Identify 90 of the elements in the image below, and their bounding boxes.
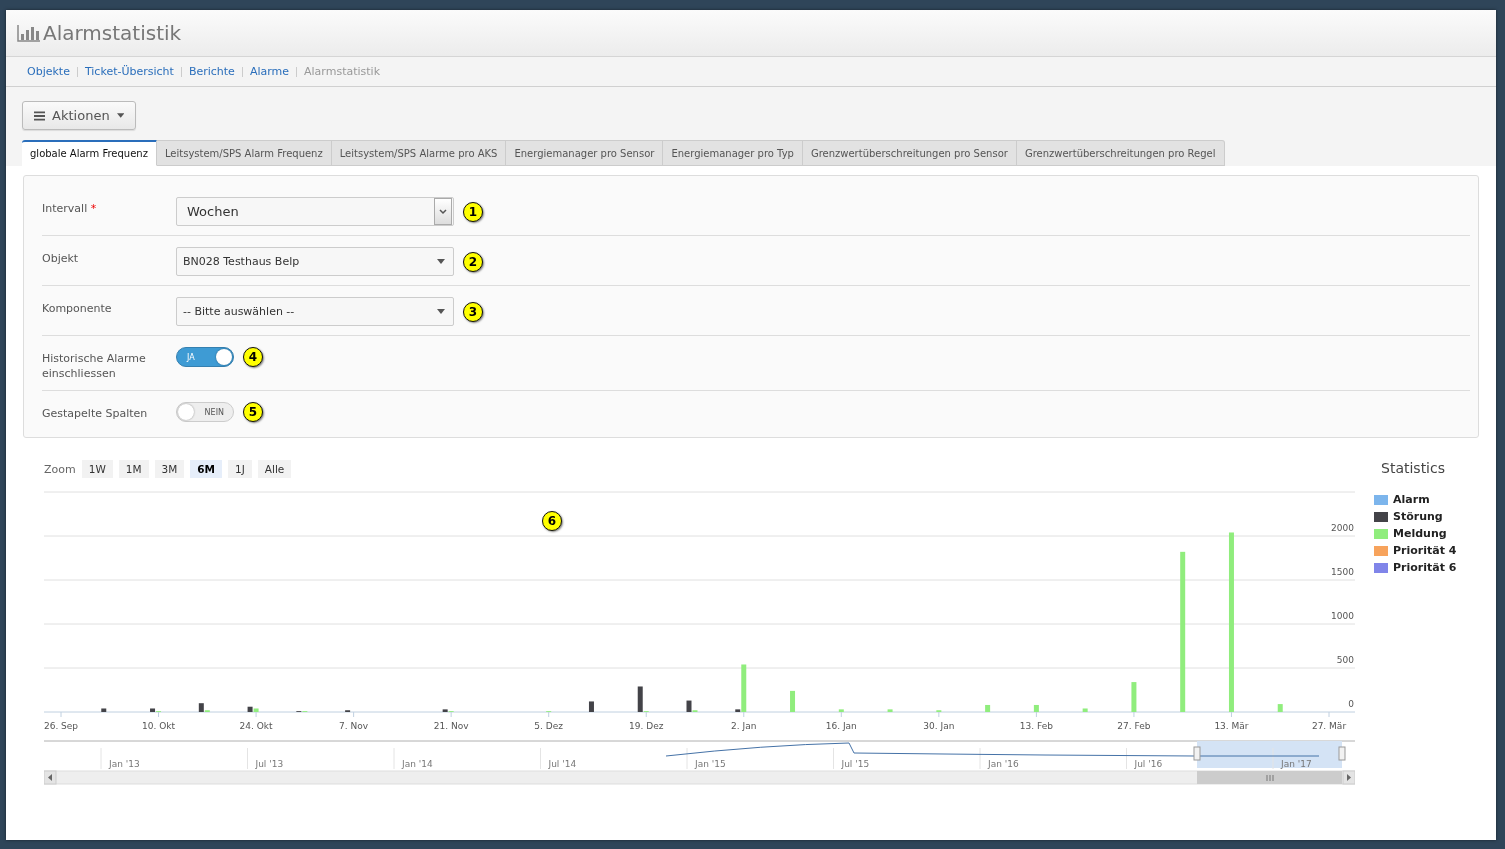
bar <box>588 701 594 712</box>
bar <box>887 709 893 712</box>
navigator-axis-label: Jul '15 <box>841 759 870 769</box>
tab[interactable]: Grenzwertüberschreitungen pro Sensor <box>802 140 1017 166</box>
tab[interactable]: Energiemanager pro Typ <box>663 140 803 166</box>
bar <box>1131 682 1137 712</box>
field-label: Komponente <box>42 301 113 316</box>
y-axis-label: 500 <box>1336 655 1354 665</box>
x-axis-label: 21. Nov <box>433 721 469 731</box>
field-label: Objekt <box>42 251 80 266</box>
x-axis-label: 2. Jan <box>731 721 757 731</box>
x-axis-label: 13. Feb <box>1019 721 1053 731</box>
menu-icon <box>34 110 46 121</box>
scrollbar[interactable] <box>44 770 1355 785</box>
x-axis-label: 27. Mär <box>1311 721 1347 731</box>
x-axis-label: 10. Okt <box>142 721 176 731</box>
x-axis-label: 13. Mär <box>1214 721 1249 731</box>
bar <box>1082 708 1088 712</box>
navigator-axis-label: Jul '16 <box>1134 759 1163 769</box>
x-axis-label: 19. Dez <box>629 721 664 731</box>
navigator-axis-label: Jan '13 <box>109 759 140 769</box>
toggle-switch[interactable]: NEIN <box>176 402 234 422</box>
breadcrumb-link[interactable]: Ticket-Übersicht <box>77 65 181 78</box>
x-axis-label: 5. Dez <box>534 721 563 731</box>
field-label: Gestapelte Spalten <box>42 406 149 421</box>
caret-icon <box>437 309 445 314</box>
caret-icon <box>116 113 124 118</box>
tab[interactable]: Leitsystem/SPS Alarm Frequenz <box>156 140 332 166</box>
bar <box>1277 704 1283 712</box>
caret-icon <box>437 259 445 264</box>
number-marker: 4 <box>243 347 263 367</box>
navigator-axis-label: Jan '15 <box>695 759 726 769</box>
zoom-range-button[interactable]: 1M <box>118 460 149 478</box>
zoom-range-button[interactable]: 1W <box>81 460 113 478</box>
field-label: Intervall * <box>42 201 98 216</box>
field-label: Historische Alarme einschliessen <box>42 351 147 381</box>
zoom-range-button[interactable]: 1J <box>228 460 252 478</box>
legend-label[interactable]: Priorität 6 <box>1393 561 1457 574</box>
zoom-range-button[interactable]: 6M <box>190 460 223 478</box>
number-marker: 6 <box>542 511 562 531</box>
x-axis-label: 24. Okt <box>239 721 273 731</box>
dropdown-select[interactable]: BN028 Testhaus Belp <box>176 247 454 276</box>
breadcrumb-link[interactable]: Berichte <box>181 65 242 78</box>
tab[interactable]: Leitsystem/SPS Alarme pro AKS <box>331 140 507 166</box>
bar <box>101 708 107 712</box>
x-axis-label: 27. Feb <box>1117 721 1151 731</box>
tab[interactable]: Energiemanager pro Sensor <box>506 140 664 166</box>
number-marker: 5 <box>243 402 263 422</box>
x-axis-label: 30. Jan <box>923 721 955 731</box>
legend-label[interactable]: Priorität 4 <box>1393 544 1457 557</box>
navigator-axis-label: Jul '14 <box>548 759 577 769</box>
x-axis-label: 26. Sep <box>44 721 79 731</box>
page-title: Alarmstatistik <box>43 21 182 45</box>
x-axis-label: 7. Nov <box>339 721 369 731</box>
range-handle[interactable] <box>1338 746 1346 761</box>
zoom-label: Zoom <box>44 462 76 476</box>
range-handle[interactable] <box>1193 746 1201 761</box>
legend-label[interactable]: Störung <box>1393 510 1443 523</box>
tab[interactable]: globale Alarm Frequenz <box>22 140 157 166</box>
breadcrumb-link[interactable]: Objekte <box>20 65 77 78</box>
navigator-axis-label: Jan '14 <box>402 759 433 769</box>
y-axis-label: 2000 <box>1331 523 1354 533</box>
legend-label[interactable]: Alarm <box>1393 493 1430 506</box>
bar <box>790 690 796 712</box>
legend-label[interactable]: Meldung <box>1393 527 1447 540</box>
navigator-axis-label: Jul '13 <box>255 759 284 769</box>
legend-title: Statistics <box>1380 460 1446 478</box>
bar <box>838 709 844 712</box>
y-axis-label: 1000 <box>1331 611 1354 621</box>
number-marker: 1 <box>463 201 483 222</box>
zoom-range-button[interactable]: Alle <box>257 460 292 478</box>
zoom-range-button[interactable]: 3M <box>154 460 185 478</box>
number-marker: 3 <box>463 301 483 322</box>
actions-button[interactable]: Aktionen <box>22 101 136 130</box>
y-axis-label: 0 <box>1348 699 1354 709</box>
navigator-axis-label: Jan '17 <box>1281 759 1312 769</box>
navigator-selection[interactable] <box>1197 741 1342 768</box>
tab[interactable]: Grenzwertüberschreitungen pro Regel <box>1016 140 1225 166</box>
interval-select[interactable]: Wochen <box>176 197 454 226</box>
chevron-down-icon <box>439 208 447 215</box>
breadcrumb-current: Alarmstatistik <box>303 65 382 78</box>
number-marker: 2 <box>463 251 483 272</box>
x-axis-label: 16. Jan <box>825 721 857 731</box>
navigator-axis-label: Jan '16 <box>988 759 1019 769</box>
y-axis-label: 1500 <box>1331 567 1354 577</box>
dropdown-select[interactable]: -- Bitte auswählen -- <box>176 297 454 326</box>
bar-chart-icon <box>17 24 41 42</box>
breadcrumb-link[interactable]: Alarme <box>242 65 297 78</box>
bar <box>985 704 991 712</box>
bar <box>1033 704 1039 712</box>
